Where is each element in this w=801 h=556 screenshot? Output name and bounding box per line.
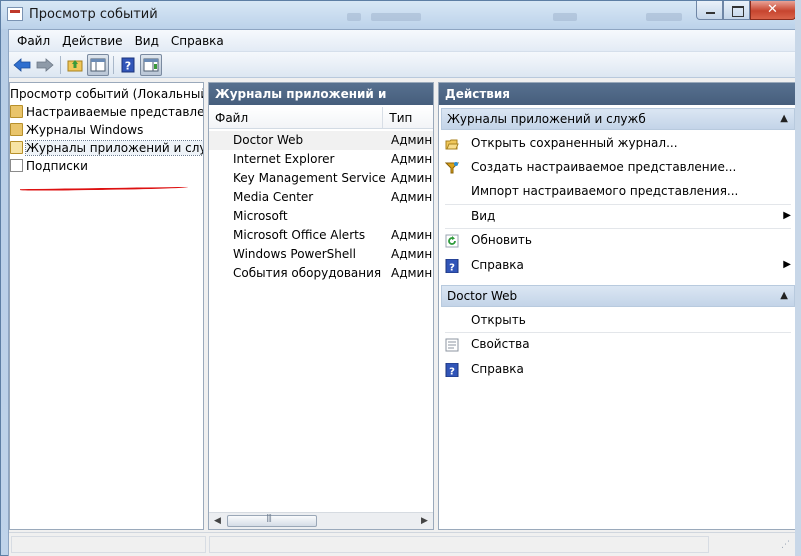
- log-name: События оборудования: [233, 266, 382, 280]
- subscriptions-icon: [10, 159, 23, 172]
- collapse-up-icon[interactable]: ▲: [780, 286, 788, 306]
- background-window-edge: [795, 0, 801, 556]
- action-open-saved-log[interactable]: Открыть сохраненный журнал...: [439, 132, 797, 154]
- column-headers: Файл Тип: [209, 107, 433, 129]
- list-pane-title: Журналы приложений и служб: [209, 83, 433, 123]
- actions-pane: Действия Журналы приложений и служб ▲ От…: [438, 82, 798, 530]
- tree-item-root[interactable]: Просмотр событий (Локальный): [10, 85, 203, 103]
- log-name: Microsoft: [233, 209, 288, 223]
- help-icon[interactable]: ?: [117, 54, 139, 76]
- action-view[interactable]: Вид ▶: [439, 205, 797, 227]
- actions-pane-title: Действия: [439, 83, 797, 105]
- log-type: Админ: [391, 228, 433, 242]
- action-import-custom-view[interactable]: Импорт настраиваемого представления...: [439, 180, 797, 202]
- column-header-type[interactable]: Тип: [383, 107, 433, 128]
- action-refresh[interactable]: Обновить: [439, 229, 797, 251]
- client-area: Файл Действие Вид Справка ? Просмотр соб…: [8, 29, 798, 556]
- back-arrow-icon[interactable]: [11, 54, 33, 76]
- log-name: Doctor Web: [233, 133, 304, 147]
- show-hide-tree-icon[interactable]: [87, 53, 109, 76]
- list-item[interactable]: Internet Explorer Админ: [209, 150, 433, 169]
- action-open[interactable]: Открыть: [439, 309, 797, 331]
- folder-open-icon: [10, 141, 23, 154]
- log-type: Админ: [391, 171, 433, 185]
- collapse-up-icon[interactable]: ▲: [780, 109, 788, 129]
- scrollbar-thumb[interactable]: [227, 513, 317, 527]
- close-button[interactable]: [750, 1, 796, 20]
- log-type: Админ: [391, 266, 433, 280]
- svg-text:?: ?: [125, 59, 131, 72]
- tree-item-custom-views[interactable]: Настраиваемые представления: [10, 103, 203, 121]
- list-item[interactable]: Doctor Web Админ: [209, 131, 433, 150]
- list-item[interactable]: События оборудования Админ: [209, 264, 433, 283]
- folder-up-icon[interactable]: [64, 54, 86, 76]
- submenu-arrow-icon: ▶: [783, 259, 791, 270]
- event-viewer-icon: [7, 7, 23, 21]
- actions-section-doctor-web[interactable]: Doctor Web ▲: [441, 285, 795, 307]
- list-item[interactable]: Microsoft: [209, 207, 433, 226]
- column-header-file[interactable]: Файл: [209, 107, 384, 128]
- menu-help[interactable]: Справка: [165, 32, 230, 50]
- action-help-doctor-web[interactable]: ? Справка: [439, 358, 797, 380]
- log-list-pane: Журналы приложений и служб Файл Тип Doct…: [208, 82, 434, 530]
- tree-item-windows-logs[interactable]: Журналы Windows: [10, 121, 143, 139]
- action-create-custom-view[interactable]: Создать настраиваемое представление...: [439, 156, 797, 178]
- actions-section-app-service-logs[interactable]: Журналы приложений и служб ▲: [441, 108, 795, 130]
- scroll-right-icon[interactable]: ▶: [416, 513, 433, 529]
- list-item[interactable]: Microsoft Office Alerts Админ: [209, 226, 433, 245]
- log-name: Internet Explorer: [233, 152, 335, 166]
- menu-bar: Файл Действие Вид Справка: [9, 30, 795, 52]
- log-type: Админ: [391, 190, 433, 204]
- scroll-left-icon[interactable]: ◀: [209, 513, 226, 529]
- list-item[interactable]: Key Management Service Админ: [209, 169, 433, 188]
- filter-icon: [444, 160, 460, 174]
- properties-pane-icon[interactable]: [140, 53, 162, 76]
- tree-item-subscriptions[interactable]: Подписки: [10, 157, 88, 175]
- action-help[interactable]: ? Справка ▶: [439, 254, 797, 276]
- refresh-icon: [445, 233, 459, 248]
- event-viewer-window: Просмотр событий Файл Действие Вид Справ…: [0, 0, 801, 556]
- console-tree: Просмотр событий (Локальный) Настраиваем…: [9, 82, 204, 530]
- list-item[interactable]: Media Center Админ: [209, 188, 433, 207]
- list-item[interactable]: Windows PowerShell Админ: [209, 245, 433, 264]
- folder-icon: [10, 123, 23, 136]
- toolbar: ?: [9, 52, 795, 78]
- svg-text:?: ?: [449, 263, 455, 274]
- maximize-button[interactable]: [723, 1, 750, 20]
- menu-file[interactable]: Файл: [11, 32, 56, 50]
- status-bar: ⋰: [9, 532, 795, 556]
- title-bar[interactable]: Просмотр событий: [1, 1, 800, 29]
- submenu-arrow-icon: ▶: [783, 210, 791, 221]
- red-annotation-underline: [19, 185, 189, 192]
- help-icon: ?: [445, 258, 459, 274]
- menu-action[interactable]: Действие: [56, 32, 128, 50]
- forward-arrow-icon[interactable]: [34, 54, 56, 76]
- log-name: Media Center: [233, 190, 314, 204]
- log-name: Microsoft Office Alerts: [233, 228, 366, 242]
- log-type: Админ: [391, 152, 433, 166]
- window-title: Просмотр событий: [29, 7, 158, 22]
- action-properties[interactable]: Свойства: [439, 333, 797, 355]
- minimize-button[interactable]: [696, 1, 723, 20]
- log-name: Windows PowerShell: [233, 247, 356, 261]
- folder-icon: [10, 105, 23, 118]
- log-type: Админ: [391, 133, 433, 147]
- svg-text:?: ?: [449, 367, 455, 378]
- tree-item-app-service-logs[interactable]: Журналы приложений и служб: [10, 139, 203, 157]
- resize-grip-icon[interactable]: ⋰: [781, 541, 793, 554]
- log-name: Key Management Service: [233, 171, 386, 185]
- menu-view[interactable]: Вид: [129, 32, 165, 50]
- horizontal-scrollbar[interactable]: ◀ ▶: [209, 512, 433, 529]
- properties-icon: [445, 337, 459, 352]
- open-folder-icon: [445, 136, 459, 150]
- help-icon: ?: [445, 362, 459, 378]
- log-type: Админ: [391, 247, 433, 261]
